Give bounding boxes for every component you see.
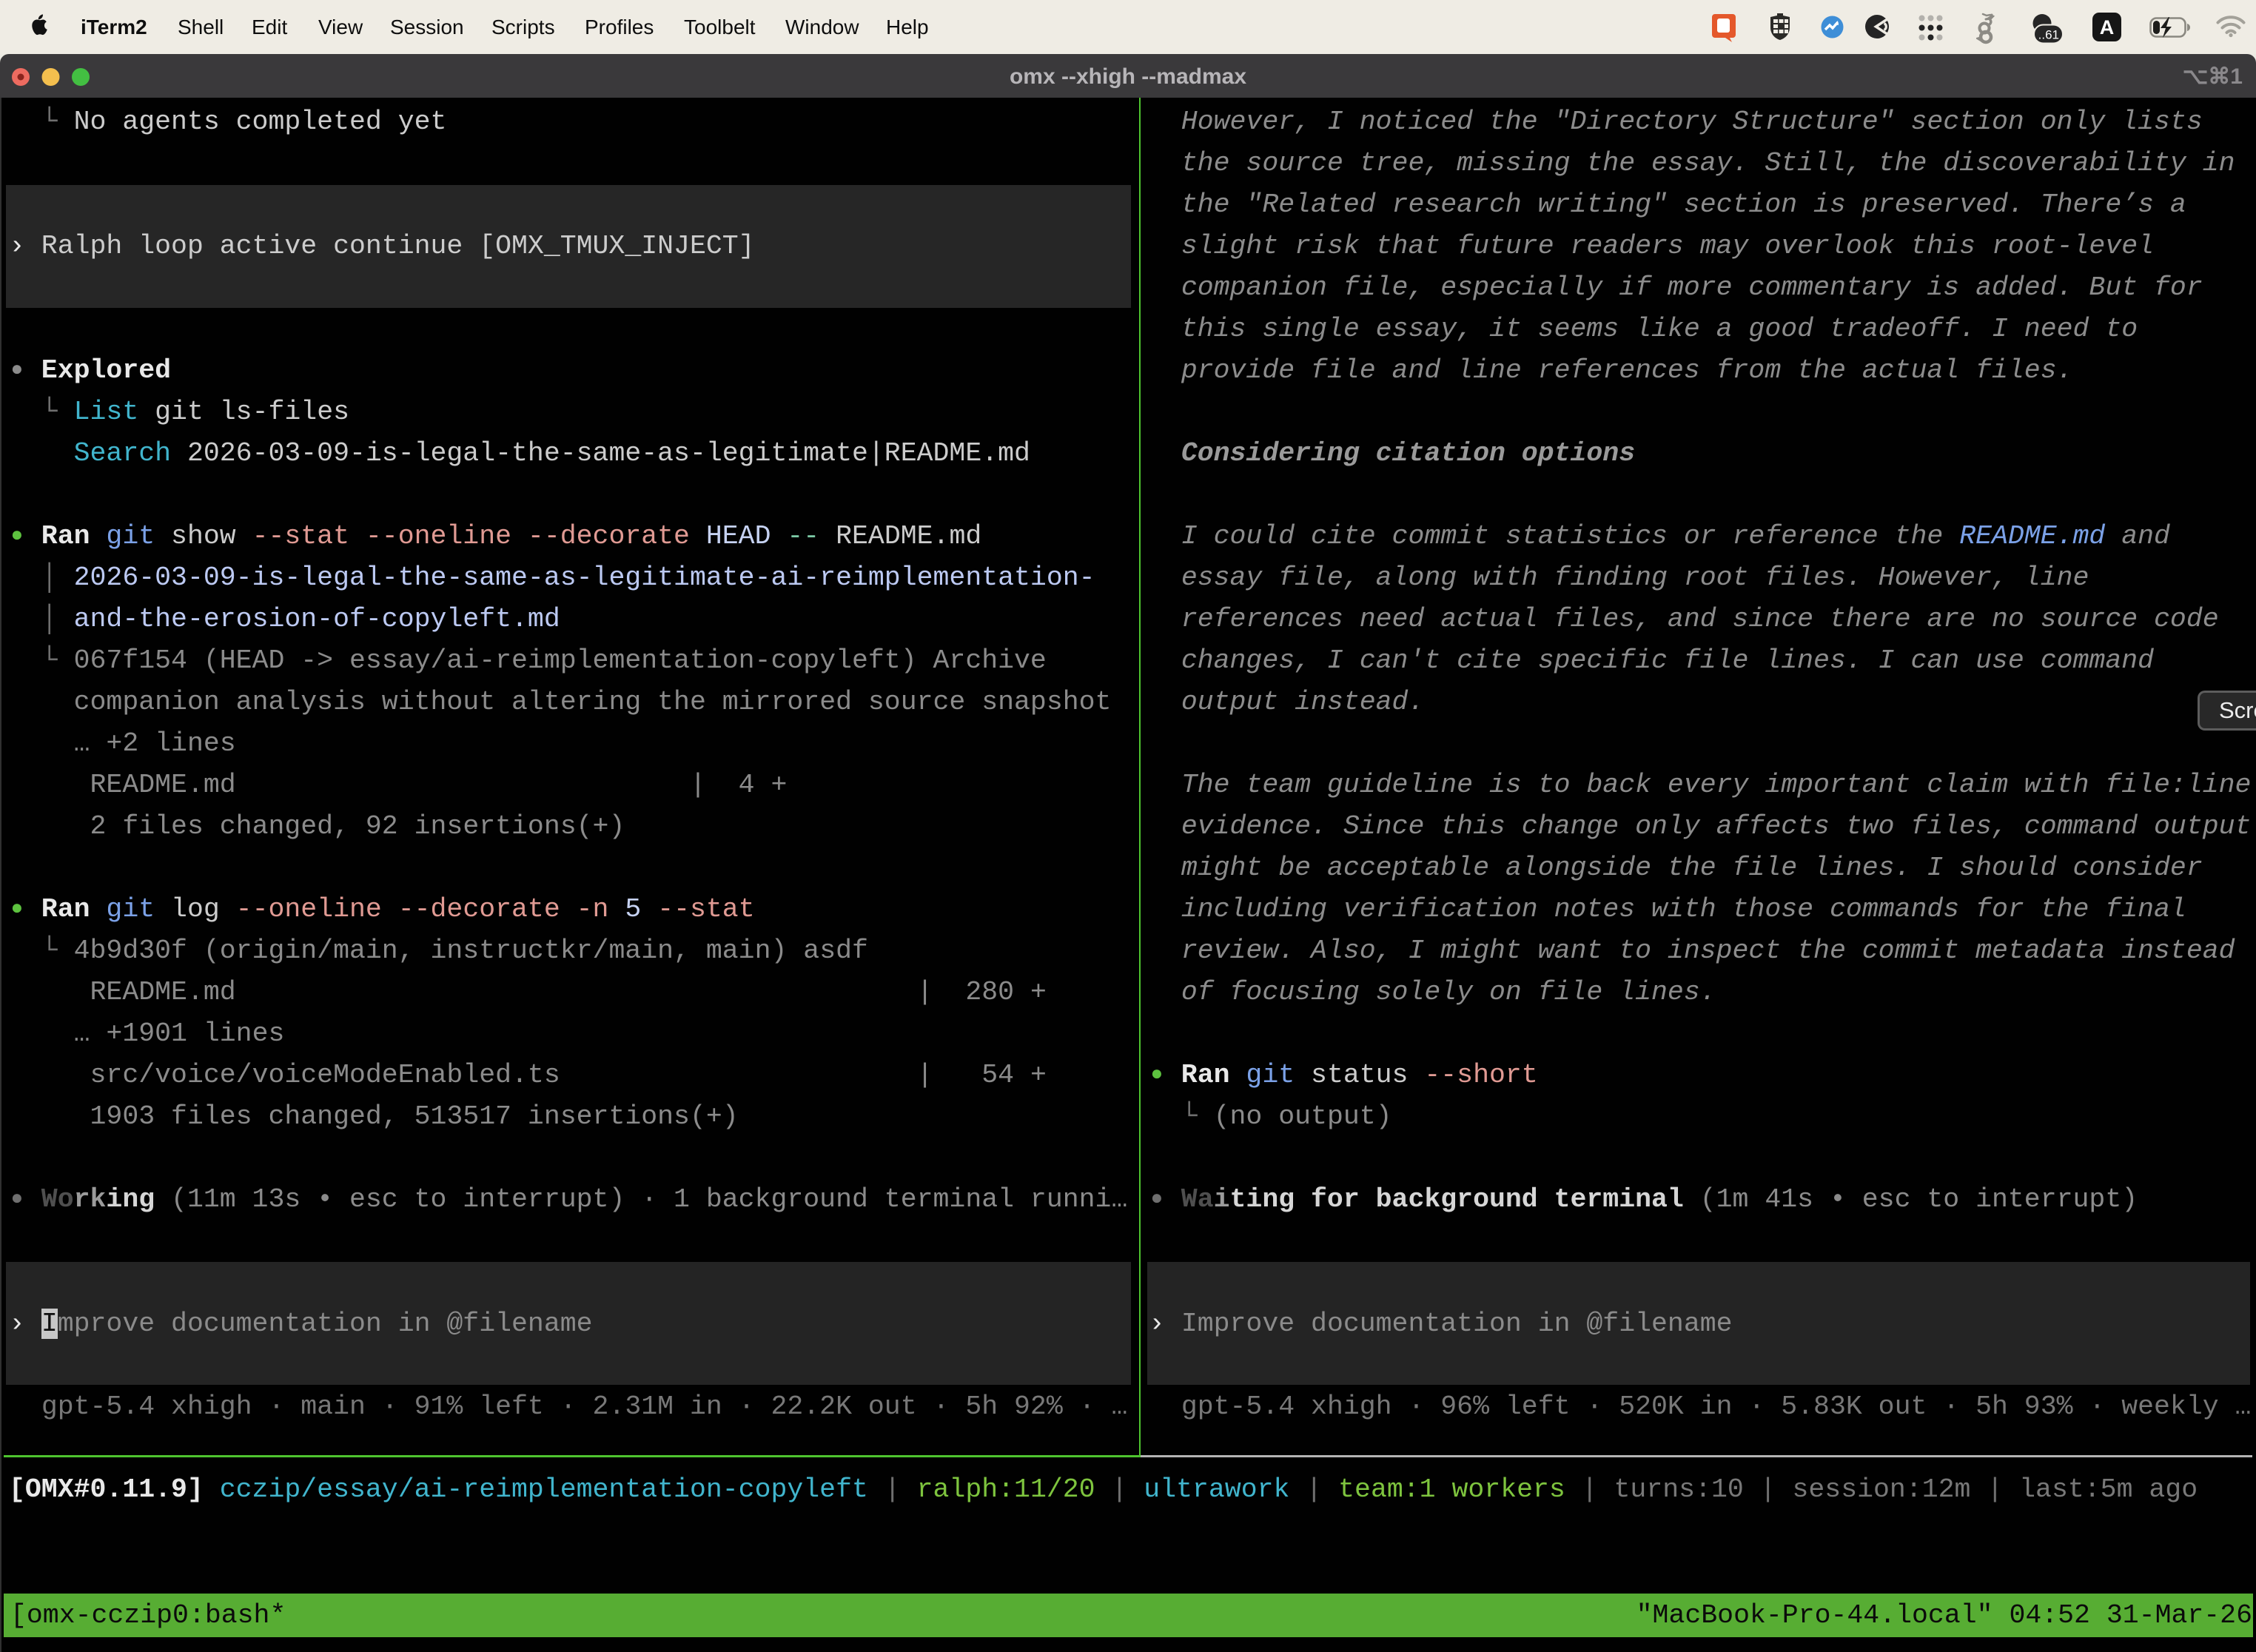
svg-text:..61: ..61	[2038, 28, 2059, 42]
svg-text:A: A	[2100, 16, 2115, 38]
